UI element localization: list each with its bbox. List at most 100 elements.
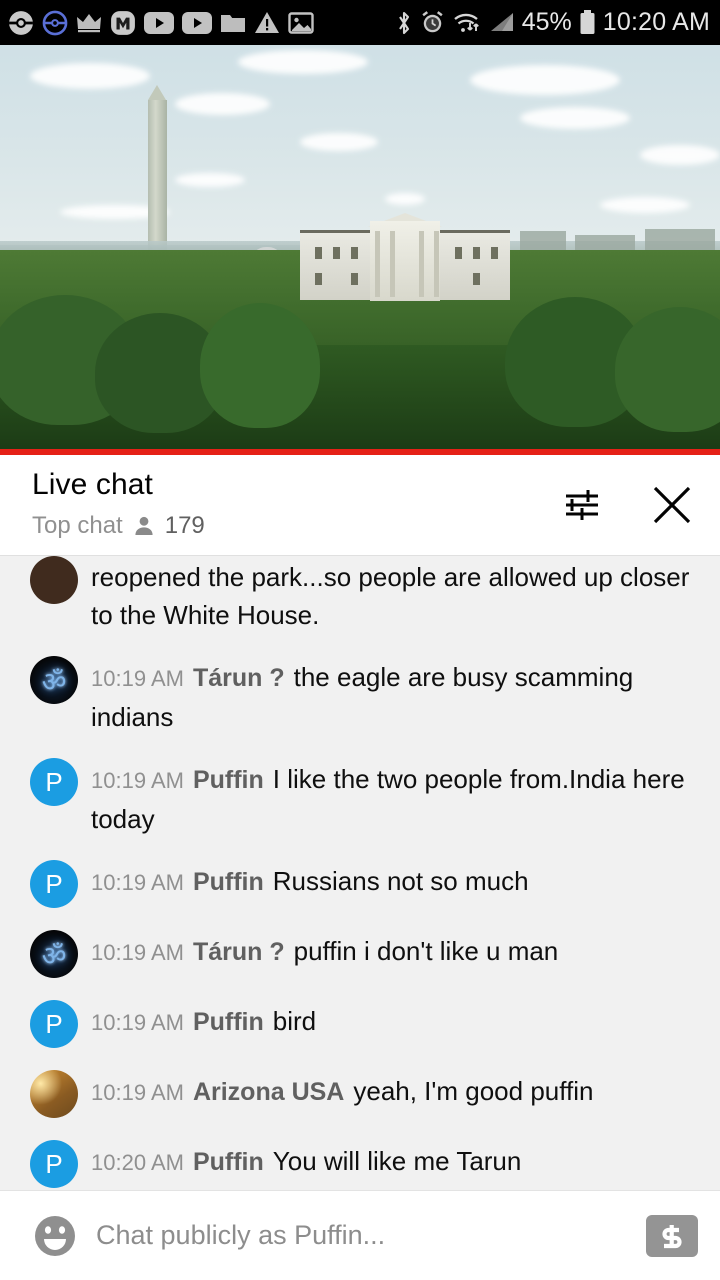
- table-row[interactable]: P 10:20 AM Puffin You will like me Tarun: [0, 1140, 720, 1188]
- message-timestamp: 10:19 AM: [91, 1080, 184, 1105]
- tree: [200, 303, 320, 428]
- column: [390, 231, 395, 297]
- message-timestamp: 10:19 AM: [91, 768, 184, 793]
- window: [473, 273, 480, 285]
- cell-signal-icon: [489, 10, 515, 35]
- close-icon[interactable]: [646, 479, 698, 531]
- om-symbol-icon: ॐ: [41, 666, 67, 697]
- column: [434, 231, 439, 297]
- message-timestamp: 10:19 AM: [91, 870, 184, 895]
- cloud: [238, 50, 368, 74]
- chat-subheader[interactable]: Top chat 179: [32, 512, 205, 540]
- message-author[interactable]: Puffin: [193, 1148, 264, 1176]
- status-bar: 45% 10:20 AM: [0, 0, 720, 45]
- youtube-play-icon: [144, 11, 174, 34]
- window: [315, 273, 322, 285]
- emoji-smiley-icon[interactable]: [30, 1211, 80, 1261]
- om-symbol-icon: ॐ: [41, 940, 67, 971]
- cloud: [300, 133, 378, 151]
- page-title: Live chat: [32, 468, 153, 501]
- message-body: 10:20 AM Puffin You will like me Tarun: [91, 1140, 698, 1188]
- avatar[interactable]: P: [30, 758, 78, 806]
- chat-input-field[interactable]: Chat publicly as Puffin...: [96, 1220, 646, 1251]
- message-author[interactable]: Puffin: [193, 766, 264, 794]
- app-screen: 45% 10:20 AM Live chat Top chat 179 reop…: [0, 0, 720, 1280]
- avatar-initial: P: [45, 868, 63, 899]
- message-body: 10:19 AM Puffin Russians not so much: [91, 860, 698, 908]
- table-row[interactable]: P 10:19 AM Puffin bird: [0, 1000, 720, 1048]
- bluetooth-icon: [395, 10, 413, 36]
- dollar-sign-icon[interactable]: [646, 1214, 698, 1257]
- chat-message-list[interactable]: reopened the park...so people are allowe…: [0, 556, 720, 1190]
- cloud: [600, 197, 690, 213]
- pokeball-icon: [8, 10, 34, 36]
- message-timestamp: 10:20 AM: [91, 1150, 184, 1175]
- window: [351, 273, 358, 285]
- north-portico: [370, 221, 440, 301]
- tune-sliders-icon[interactable]: [556, 479, 608, 531]
- window: [351, 247, 358, 259]
- viewer-count: 179: [164, 512, 205, 539]
- avatar[interactable]: P: [30, 1140, 78, 1188]
- avatar[interactable]: P: [30, 860, 78, 908]
- chat-mode-label[interactable]: Top chat: [32, 512, 123, 540]
- table-row[interactable]: ॐ 10:19 AM Tárun ? the eagle are busy scam…: [0, 656, 720, 736]
- cloud: [640, 145, 720, 165]
- message-text: Russians not so much: [272, 866, 529, 896]
- cloud: [385, 193, 425, 205]
- avatar[interactable]: ॐ: [30, 656, 78, 704]
- window: [315, 247, 322, 259]
- message-body: reopened the park...so people are allowe…: [91, 556, 698, 634]
- message-body: 10:19 AM Tárun ? the eagle are busy scammi…: [91, 656, 698, 736]
- alarm-clock-icon: [420, 10, 445, 35]
- table-row[interactable]: ॐ 10:19 AM Tárun ? puffin i don't like u m…: [0, 930, 720, 978]
- table-row[interactable]: reopened the park...so people are allowe…: [0, 556, 720, 634]
- status-bar-notifications: [8, 10, 395, 36]
- window: [333, 247, 340, 259]
- avatar-initial: P: [45, 766, 63, 797]
- m-logo-icon: [110, 10, 136, 36]
- chat-input-bar: Chat publicly as Puffin...: [0, 1190, 720, 1280]
- video-player[interactable]: [0, 45, 720, 455]
- message-text: You will like me Tarun: [272, 1146, 522, 1176]
- cloud: [470, 65, 620, 95]
- avatar-initial: P: [45, 1008, 63, 1039]
- message-timestamp: 10:19 AM: [91, 1010, 184, 1035]
- chat-header-actions: [556, 479, 698, 531]
- avatar-initial: P: [45, 1148, 63, 1179]
- live-chat-header: Live chat Top chat 179: [0, 455, 720, 556]
- message-body: 10:19 AM Arizona USA yeah, I'm good puffin: [91, 1070, 698, 1118]
- avatar[interactable]: ॐ: [30, 930, 78, 978]
- window: [491, 247, 498, 259]
- column: [375, 231, 380, 297]
- crown-icon: [76, 12, 102, 34]
- message-author[interactable]: Tárun ?: [193, 664, 285, 692]
- battery-percent-label: 45%: [521, 8, 572, 36]
- table-row[interactable]: P 10:19 AM Puffin I like the two people fr…: [0, 758, 720, 838]
- cloud: [175, 173, 245, 187]
- message-author[interactable]: Tárun ?: [193, 938, 285, 966]
- avatar[interactable]: [30, 1070, 78, 1118]
- youtube-play-icon-2: [182, 11, 212, 34]
- cloud: [30, 63, 150, 89]
- wifi-icon: [452, 10, 482, 35]
- message-body: 10:19 AM Tárun ? puffin i don't like u man: [91, 930, 698, 978]
- avatar[interactable]: [30, 556, 78, 604]
- table-row[interactable]: 10:19 AM Arizona USA yeah, I'm good puffin: [0, 1070, 720, 1118]
- message-text: bird: [272, 1006, 317, 1036]
- status-bar-system: 45% 10:20 AM: [395, 8, 710, 37]
- message-author[interactable]: Arizona USA: [193, 1078, 344, 1106]
- person-icon: [132, 514, 156, 538]
- warning-triangle-icon: [254, 11, 280, 35]
- table-row[interactable]: P 10:19 AM Puffin Russians not so much: [0, 860, 720, 908]
- message-timestamp: 10:19 AM: [91, 940, 184, 965]
- message-author[interactable]: Puffin: [193, 868, 264, 896]
- avatar[interactable]: P: [30, 1000, 78, 1048]
- image-icon: [288, 11, 314, 35]
- message-body: 10:19 AM Puffin I like the two people from…: [91, 758, 698, 838]
- message-text: yeah, I'm good puffin: [353, 1076, 594, 1106]
- pokeball-outline-icon: [42, 10, 68, 36]
- message-author[interactable]: Puffin: [193, 1008, 264, 1036]
- column: [419, 231, 424, 297]
- battery-icon: [579, 9, 596, 36]
